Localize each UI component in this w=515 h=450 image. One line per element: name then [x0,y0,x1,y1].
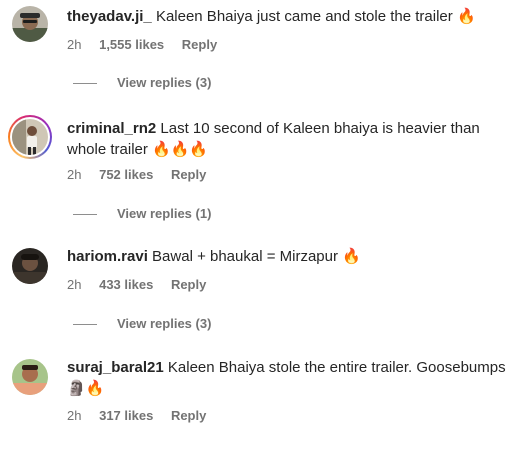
avatar[interactable] [12,248,48,284]
replies-divider-line [73,324,97,326]
reply-button[interactable]: Reply [171,408,206,423]
comment-text: Bawal + bhaukal = Mirzapur 🔥 [152,248,361,265]
comment-time[interactable]: 2h [67,37,81,52]
comment-text: Kaleen Bhaiya just came and stole the tr… [155,8,476,25]
replies-divider-line [73,214,97,216]
comment-meta: 2h 433 likes Reply [67,277,220,293]
comment-username[interactable]: hariom.ravi [67,248,148,265]
comment-body: theyadav.ji_ Kaleen Bhaiya just came and… [67,6,507,27]
view-replies-button[interactable]: View replies (1) [73,206,211,222]
comment-meta: 2h 752 likes Reply [67,167,220,183]
view-replies-label: View replies (3) [117,75,212,90]
comment-likes[interactable]: 317 likes [99,408,153,423]
view-replies-button[interactable]: View replies (3) [73,316,211,332]
comment-body: criminal_rn2 Last 10 second of Kaleen bh… [67,118,507,160]
comment-username[interactable]: suraj_baral21 [67,359,164,376]
reply-button[interactable]: Reply [182,37,217,52]
comment-username[interactable]: theyadav.ji_ [67,8,152,25]
avatar-ring-gap [10,117,50,157]
comment-meta: 2h 1,555 likes Reply [67,37,231,53]
comment-time[interactable]: 2h [67,167,81,182]
comment-meta: 2h 317 likes Reply [67,408,220,424]
avatar[interactable] [8,115,52,159]
view-replies-label: View replies (1) [117,206,212,221]
comment-body: suraj_baral21 Kaleen Bhaiya stole the en… [67,357,507,399]
comment-body: hariom.ravi Bawal + bhaukal = Mirzapur 🔥 [67,246,507,267]
comment-likes[interactable]: 433 likes [99,277,153,292]
view-replies-label: View replies (3) [117,316,212,331]
comment-username[interactable]: criminal_rn2 [67,120,156,137]
comment-time[interactable]: 2h [67,277,81,292]
avatar-image [12,119,48,155]
comments-list: theyadav.ji_ Kaleen Bhaiya just came and… [0,0,515,450]
view-replies-button[interactable]: View replies (3) [73,75,211,91]
comment-likes[interactable]: 752 likes [99,167,153,182]
avatar[interactable] [12,6,48,42]
comment-time[interactable]: 2h [67,408,81,423]
reply-button[interactable]: Reply [171,277,206,292]
comment-likes[interactable]: 1,555 likes [99,37,164,52]
replies-divider-line [73,83,97,85]
avatar[interactable] [12,359,48,395]
reply-button[interactable]: Reply [171,167,206,182]
